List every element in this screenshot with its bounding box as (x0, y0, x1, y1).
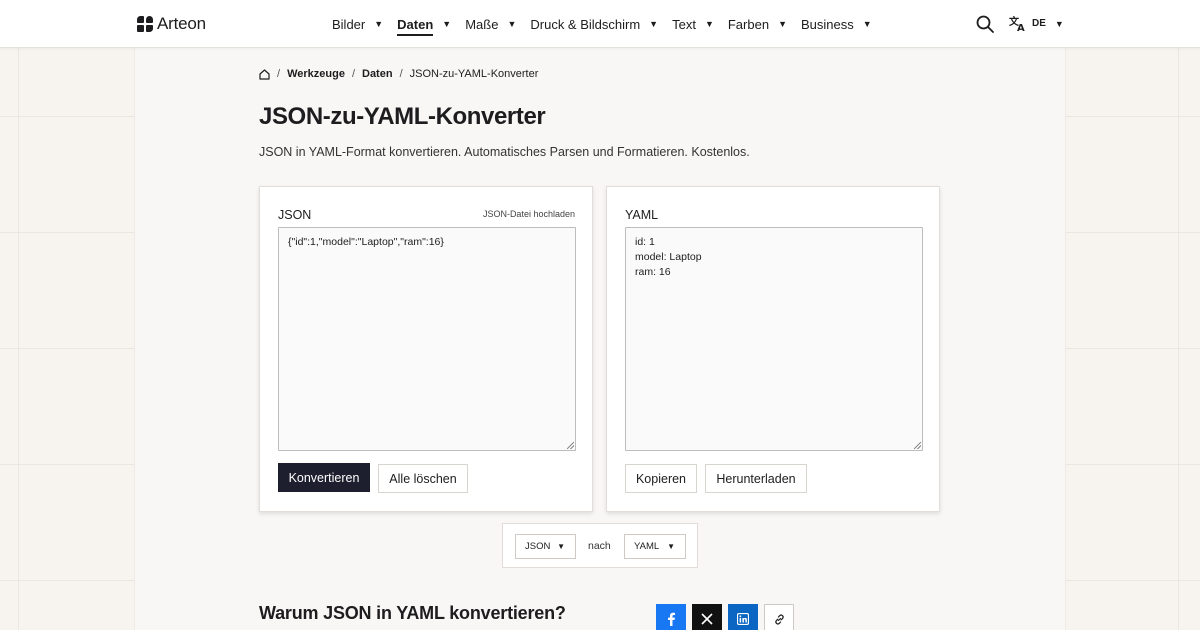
format-switcher: JSON ▼ nach YAML ▼ (502, 523, 698, 568)
caret-down-icon: ▼ (704, 19, 714, 29)
facebook-icon[interactable] (656, 604, 686, 630)
target-format-select[interactable]: YAML ▼ (624, 534, 686, 559)
json-input-textarea[interactable]: {"id":1,"model":"Laptop","ram":16} (278, 227, 576, 451)
main-nav: Bilder ▼ Daten ▼ Maße ▼ Druck & Bildschi… (332, 0, 886, 48)
source-format-value: JSON (525, 541, 551, 552)
caret-down-icon: ▼ (649, 19, 659, 29)
nav-label: Bilder (332, 16, 366, 32)
source-format-select[interactable]: JSON ▼ (515, 534, 576, 559)
brand-logo[interactable]: Arteon (137, 14, 206, 34)
breadcrumb: / Werkzeuge / Daten / JSON-zu-YAML-Konve… (259, 68, 538, 80)
page-subtitle: JSON in YAML-Format konvertieren. Automa… (259, 145, 750, 159)
translate-icon: 文 A (1009, 15, 1025, 32)
copy-button[interactable]: Kopieren (625, 464, 697, 493)
yaml-output-card: YAML id: 1 model: Laptop ram: 16 Kopiere… (606, 186, 940, 512)
nav-item-text[interactable]: Text ▼ (672, 0, 714, 48)
caret-down-icon: ▼ (862, 19, 872, 29)
breadcrumb-separator: / (399, 68, 403, 80)
x-icon[interactable] (692, 604, 722, 630)
format-connector: nach (588, 540, 611, 552)
linkedin-icon[interactable] (728, 604, 758, 630)
upload-json-link[interactable]: JSON-Datei hochladen (483, 209, 575, 219)
nav-item-masse[interactable]: Maße ▼ (465, 0, 516, 48)
svg-text:A: A (1017, 23, 1025, 32)
section-heading: Warum JSON in YAML konvertieren? (259, 603, 566, 623)
breadcrumb-separator: / (277, 68, 281, 80)
nav-item-daten[interactable]: Daten ▼ (397, 0, 451, 48)
download-button[interactable]: Herunterladen (705, 464, 807, 493)
resize-handle-icon[interactable] (567, 442, 574, 449)
brand-name: Arteon (157, 14, 206, 33)
resize-handle-icon[interactable] (914, 442, 921, 449)
input-card-title: JSON (278, 208, 312, 222)
search-icon[interactable] (976, 15, 994, 33)
home-icon[interactable] (259, 68, 270, 80)
convert-button[interactable]: Konvertieren (278, 463, 370, 492)
nav-label: Maße (465, 16, 499, 32)
language-selector[interactable]: 文 A DE ▼ (1009, 15, 1064, 32)
json-input-card: JSON JSON-Datei hochladen {"id":1,"model… (259, 186, 593, 512)
caret-down-icon: ▼ (667, 542, 675, 551)
breadcrumb-current: JSON-zu-YAML-Konverter (409, 68, 539, 80)
caret-down-icon: ▼ (442, 19, 452, 29)
caret-down-icon: ▼ (1054, 18, 1064, 29)
top-navigation-bar: Arteon Bilder ▼ Daten ▼ Maße ▼ Druck & B… (0, 0, 1200, 48)
nav-label: Text (672, 16, 696, 32)
clear-all-button[interactable]: Alle löschen (378, 464, 468, 493)
nav-item-bilder[interactable]: Bilder ▼ (332, 0, 383, 48)
output-card-title: YAML (625, 208, 659, 222)
breadcrumb-werkzeuge[interactable]: Werkzeuge (287, 68, 345, 80)
caret-down-icon: ▼ (374, 19, 384, 29)
link-icon[interactable] (764, 604, 794, 630)
language-code: DE (1032, 18, 1046, 29)
caret-down-icon: ▼ (778, 19, 787, 29)
nav-item-druck-bildschirm[interactable]: Druck & Bildschirm ▼ (530, 0, 658, 48)
target-format-value: YAML (634, 541, 660, 552)
nav-label: Druck & Bildschirm (530, 16, 641, 32)
breadcrumb-separator: / (351, 68, 355, 80)
page-title: JSON-zu-YAML-Konverter (259, 103, 546, 130)
breadcrumb-daten[interactable]: Daten (362, 68, 393, 80)
logo-icon (137, 16, 153, 32)
nav-label: Daten (397, 17, 434, 36)
caret-down-icon: ▼ (557, 542, 565, 551)
nav-label: Farben (727, 16, 770, 32)
yaml-output-textarea[interactable]: id: 1 model: Laptop ram: 16 (625, 227, 923, 451)
nav-item-farben[interactable]: Farben ▼ (728, 0, 787, 48)
nav-label: Business (800, 16, 854, 32)
caret-down-icon: ▼ (507, 19, 517, 29)
nav-item-business[interactable]: Business ▼ (801, 0, 872, 48)
